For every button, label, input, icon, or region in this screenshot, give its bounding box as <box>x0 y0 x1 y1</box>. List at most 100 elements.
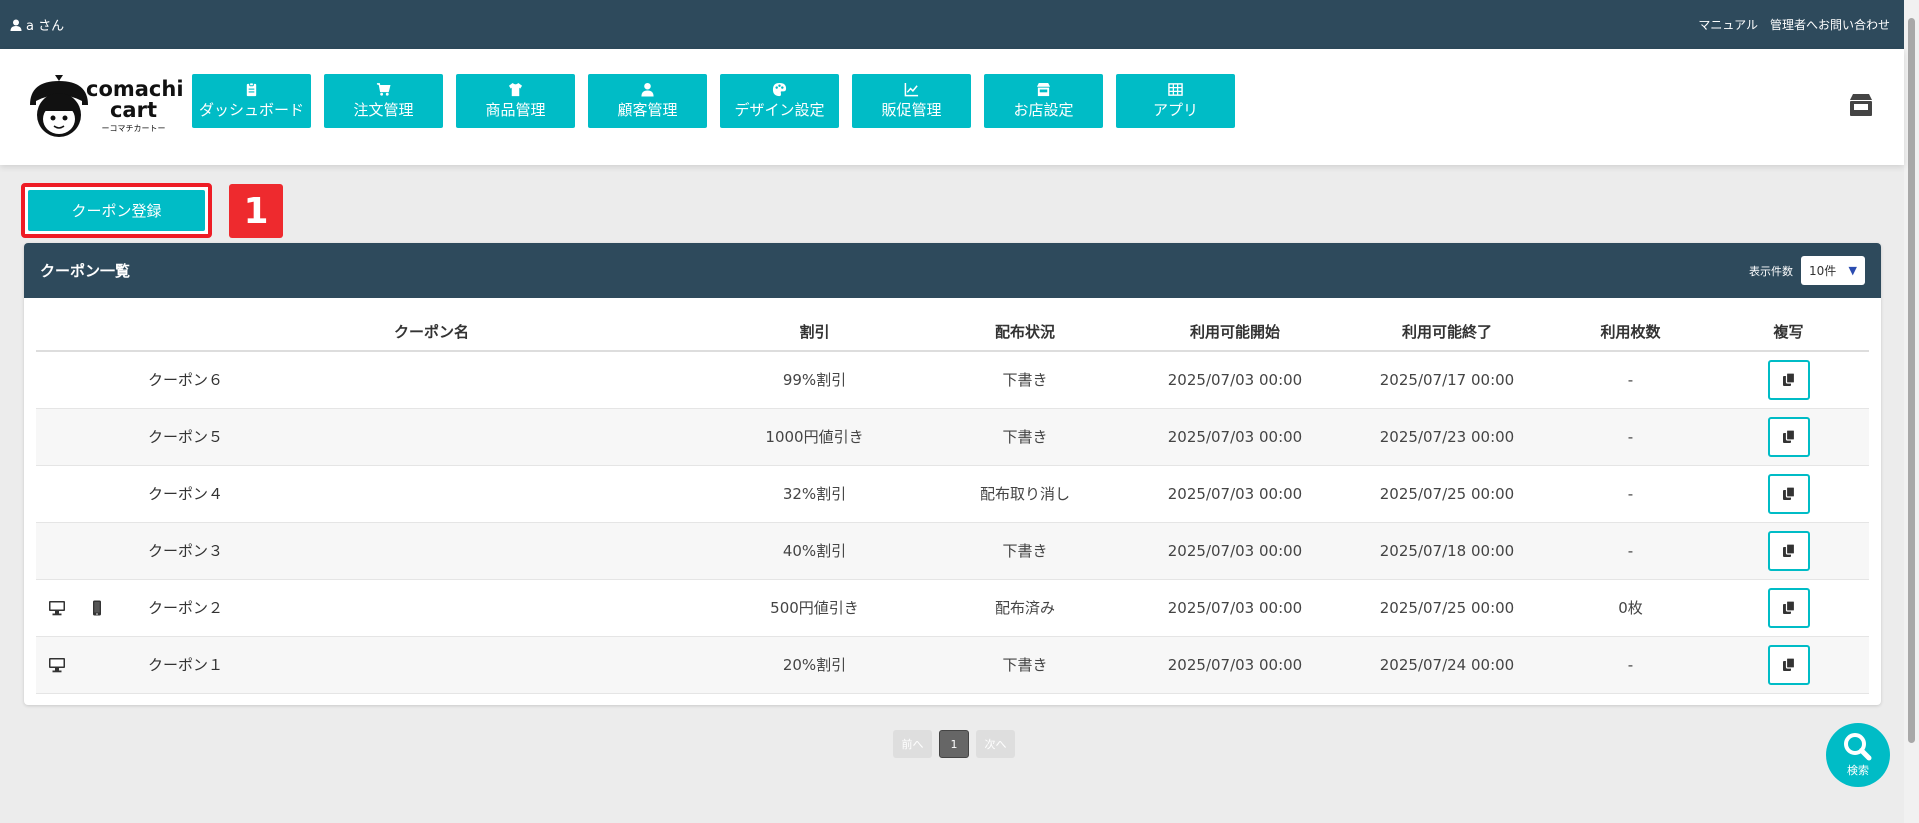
table-row[interactable]: クーポン５ 1000円値引き 下書き 2025/07/03 00:00 2025/07/… <box>36 408 1869 466</box>
pagination: 前へ 1 次へ <box>893 730 1015 758</box>
copy-button[interactable] <box>1767 416 1810 457</box>
copy-button[interactable] <box>1767 473 1810 514</box>
nav-shop-settings[interactable]: お店設定 <box>984 74 1103 128</box>
table-row[interactable]: クーポン３ 40%割引 下書き 2025/07/03 00:00 2025/07/18 … <box>36 522 1869 580</box>
coupon-name-cell[interactable]: クーポン５ <box>148 408 708 466</box>
per-page-value: 10件 <box>1809 264 1837 278</box>
start-date-cell: 2025/07/03 00:00 <box>1129 351 1341 409</box>
nav-app[interactable]: アプリ <box>1116 74 1235 128</box>
end-date-cell: 2025/07/23 00:00 <box>1341 408 1553 466</box>
copy-icon <box>1782 429 1795 443</box>
status-cell: 下書き <box>921 351 1129 409</box>
used-count-cell: - <box>1553 522 1708 580</box>
prev-page-button[interactable]: 前へ <box>893 730 932 758</box>
used-count-cell: - <box>1553 408 1708 466</box>
start-date-cell: 2025/07/03 00:00 <box>1129 636 1341 694</box>
chart-icon <box>904 82 919 97</box>
nav-design[interactable]: デザイン設定 <box>720 74 839 128</box>
copy-button[interactable] <box>1767 587 1810 628</box>
user-menu[interactable]: a さん <box>10 15 64 34</box>
device-cell <box>36 351 148 409</box>
nav-orders[interactable]: 注文管理 <box>324 74 443 128</box>
discount-cell: 99%割引 <box>708 351 921 409</box>
user-name: a さん <box>26 19 65 34</box>
status-cell: 下書き <box>921 636 1129 694</box>
discount-cell: 40%割引 <box>708 522 921 580</box>
used-count-cell: 0枚 <box>1553 579 1708 637</box>
copy-button[interactable] <box>1767 530 1810 571</box>
start-date-cell: 2025/07/03 00:00 <box>1129 522 1341 580</box>
nav-label: お店設定 <box>1013 101 1074 119</box>
device-cell <box>36 522 148 580</box>
column-header-copy: 複写 <box>1708 313 1869 352</box>
device-cell <box>36 579 148 637</box>
step-badge: 1 <box>229 184 283 238</box>
status-cell: 下書き <box>921 522 1129 580</box>
end-date-cell: 2025/07/18 00:00 <box>1341 522 1553 580</box>
next-page-button[interactable]: 次へ <box>976 730 1015 758</box>
column-header-start: 利用可能開始 <box>1129 313 1341 352</box>
used-count-cell: - <box>1553 351 1708 409</box>
nav-products[interactable]: 商品管理 <box>456 74 575 128</box>
copy-icon <box>1782 543 1795 557</box>
user-icon <box>10 19 22 31</box>
status-cell: 配布済み <box>921 579 1129 637</box>
device-column-header <box>36 313 148 352</box>
status-cell: 配布取り消し <box>921 465 1129 523</box>
column-header-discount: 割引 <box>708 313 921 352</box>
coupon-name-cell[interactable]: クーポン２ <box>148 579 708 637</box>
copy-icon <box>1782 372 1795 387</box>
copy-cell <box>1708 636 1869 694</box>
cart-icon <box>376 83 391 96</box>
logo[interactable]: comachi cart ーコマチカートー <box>26 75 184 143</box>
nav-label: アプリ <box>1152 101 1198 119</box>
copy-cell <box>1708 522 1869 580</box>
logo-line1: comachi <box>86 77 184 101</box>
end-date-cell: 2025/07/24 00:00 <box>1341 636 1553 694</box>
copy-cell <box>1708 579 1869 637</box>
nav-label: 注文管理 <box>353 101 414 119</box>
coupon-name-cell[interactable]: クーポン４ <box>148 465 708 523</box>
card-header: クーポン一覧 表示件数 10件 ▼ <box>24 243 1881 298</box>
smartphone-icon <box>93 600 101 615</box>
top-bar: a さん マニュアル 管理者へお問い合わせ <box>0 0 1904 49</box>
table-header-row: クーポン名 割引 配布状況 利用可能開始 利用可能終了 利用枚数 複写 <box>36 313 1869 352</box>
column-header-used: 利用枚数 <box>1553 313 1708 352</box>
coupon-name-cell[interactable]: クーポン１ <box>148 636 708 694</box>
table-row[interactable]: クーポン１ 20%割引 下書き 2025/07/03 00:00 2025/07/24 … <box>36 636 1869 694</box>
page-scrollbar[interactable] <box>1904 0 1919 823</box>
coupon-register-button[interactable]: クーポン登録 <box>28 190 205 231</box>
storefront-icon[interactable] <box>1848 93 1874 117</box>
nav-dashboard[interactable]: ダッシュボード <box>192 74 311 128</box>
scrollbar-thumb[interactable] <box>1908 18 1915 743</box>
manual-link[interactable]: マニュアル <box>1698 16 1758 33</box>
copy-button[interactable] <box>1767 644 1810 685</box>
contact-admin-link[interactable]: 管理者へお問い合わせ <box>1770 16 1890 33</box>
search-icon <box>1844 733 1872 761</box>
coupon-name-cell[interactable]: クーポン６ <box>148 351 708 409</box>
table-row[interactable]: クーポン６ 99%割引 下書き 2025/07/03 00:00 2025/07/17 … <box>36 351 1869 409</box>
nav-customers[interactable]: 顧客管理 <box>588 74 707 128</box>
copy-button[interactable] <box>1767 359 1810 400</box>
coupon-name-cell[interactable]: クーポン３ <box>148 522 708 580</box>
used-count-cell: - <box>1553 465 1708 523</box>
search-fab[interactable]: 検索 <box>1826 723 1890 787</box>
nav-label: ダッシュボード <box>198 101 304 119</box>
table-row[interactable]: クーポン４ 32%割引 配布取り消し 2025/07/03 00:00 2025/07/… <box>36 465 1869 523</box>
copy-cell <box>1708 351 1869 409</box>
discount-cell: 32%割引 <box>708 465 921 523</box>
used-count-cell: - <box>1553 636 1708 694</box>
coupon-list-card: クーポン一覧 表示件数 10件 ▼ クーポン名 割引 配布状況 利用可能開始 利… <box>24 243 1881 705</box>
nav-label: デザイン設定 <box>734 101 825 119</box>
page-1-button[interactable]: 1 <box>939 730 969 758</box>
device-cell <box>36 408 148 466</box>
grid-icon <box>1168 83 1183 96</box>
column-header-name: クーポン名 <box>148 313 708 352</box>
coupon-table: クーポン名 割引 配布状況 利用可能開始 利用可能終了 利用枚数 複写 クーポン… <box>36 313 1869 694</box>
register-highlight: クーポン登録 <box>21 183 212 238</box>
per-page-select[interactable]: 10件 ▼ <box>1801 256 1865 285</box>
table-row[interactable]: クーポン２ 500円値引き 配布済み 2025/07/03 00:00 2025/07/… <box>36 579 1869 637</box>
nav-promotion[interactable]: 販促管理 <box>852 74 971 128</box>
clipboard-icon <box>246 82 257 97</box>
header: comachi cart ーコマチカートー ダッシュボード 注文管理 商品管理 … <box>0 49 1904 165</box>
